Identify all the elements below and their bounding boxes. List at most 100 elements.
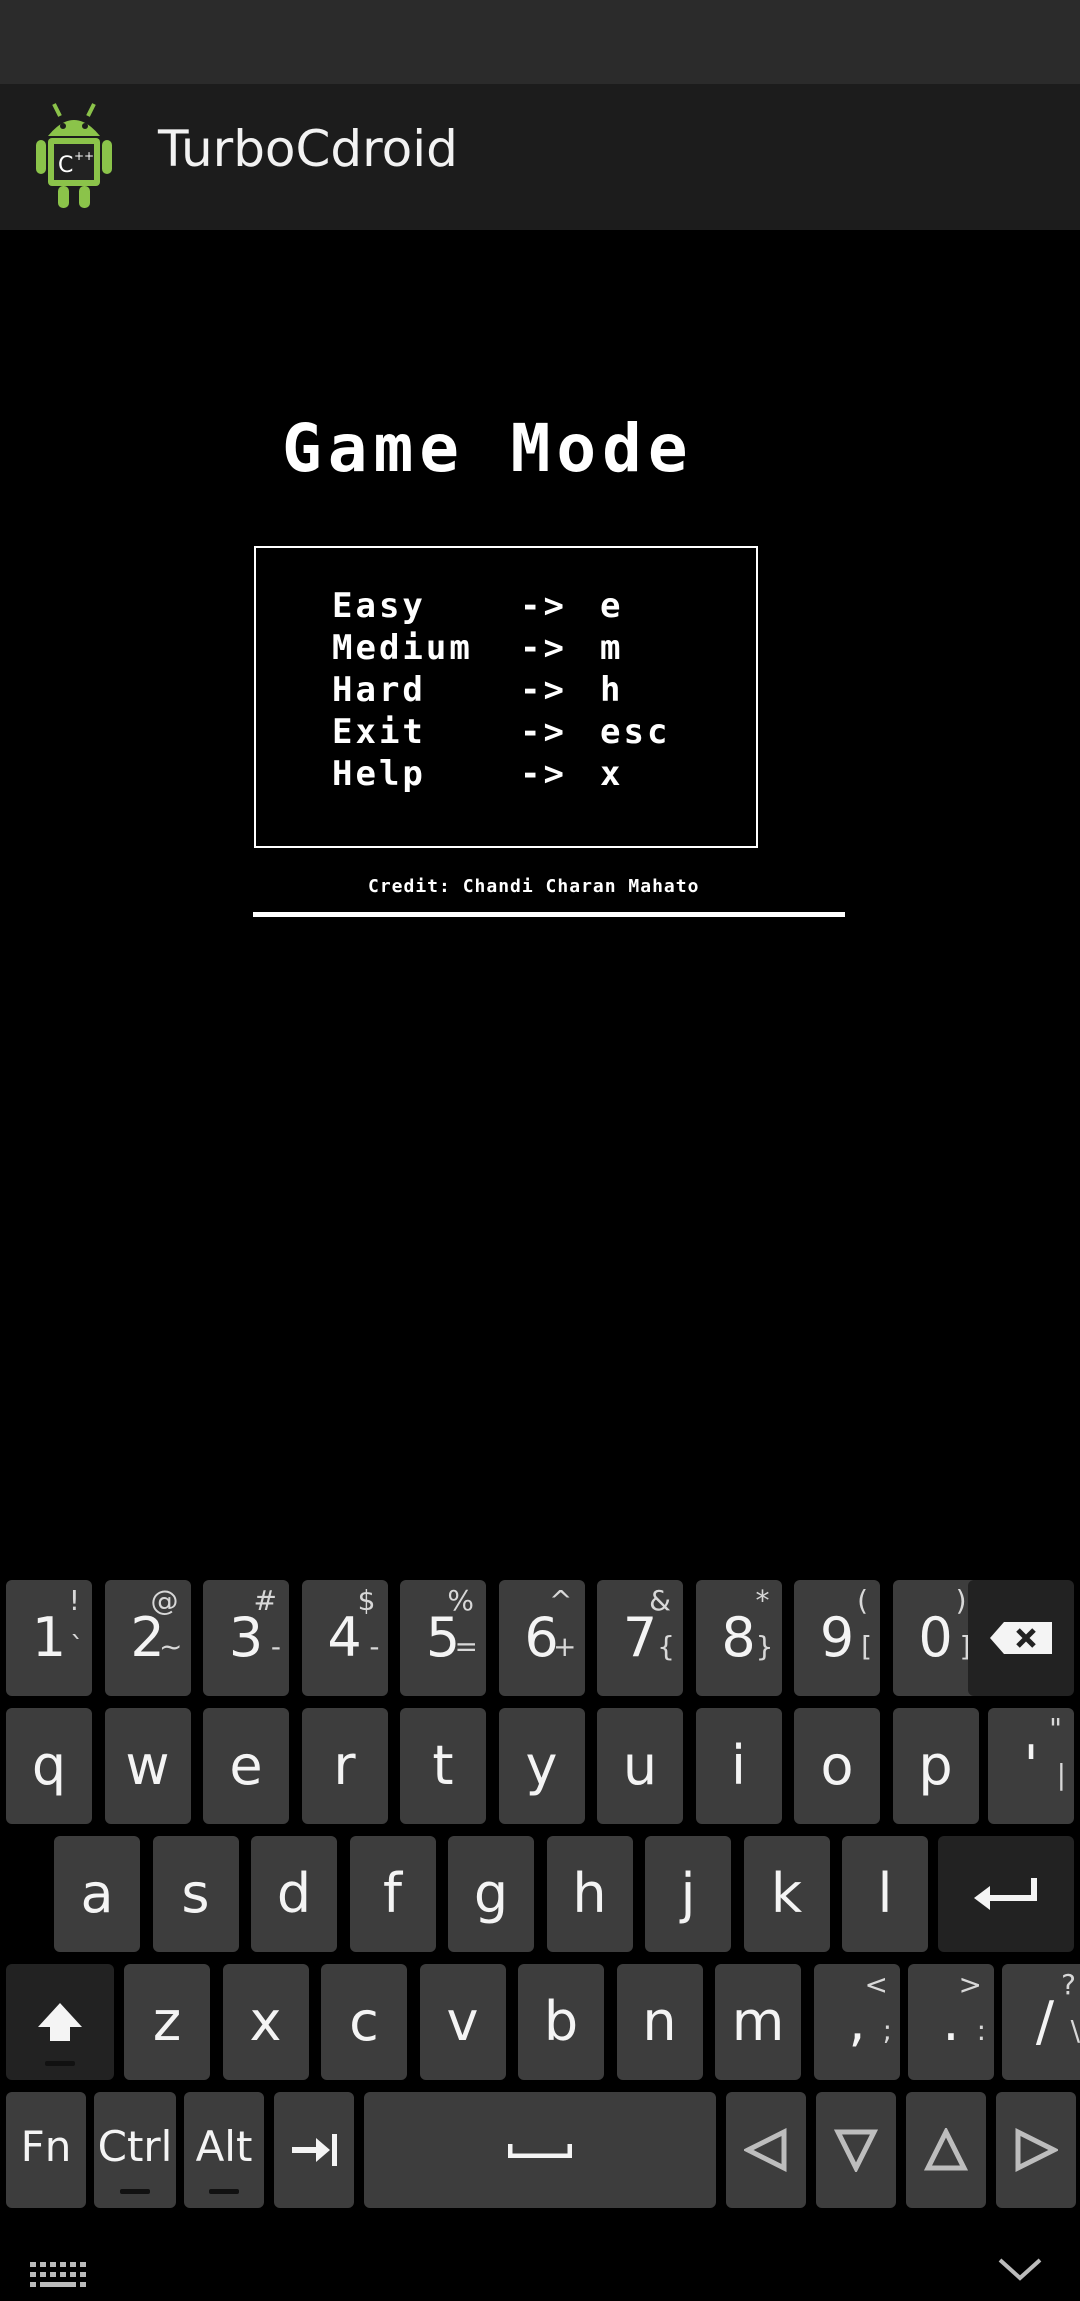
key-l[interactable]: l	[842, 1836, 928, 1952]
key-4[interactable]: 4 $ -	[301, 1580, 388, 1696]
key-sublabel: "	[1049, 1712, 1062, 1745]
key-k[interactable]: k	[743, 1836, 830, 1952]
key-punct-2[interactable]: /? \	[1002, 1964, 1080, 2080]
menu-row-exit: Exit -> esc	[332, 712, 671, 752]
tab-icon	[292, 2134, 337, 2166]
key-z[interactable]: z	[124, 1964, 210, 2080]
key-c[interactable]: c	[321, 1964, 407, 2080]
key-3[interactable]: 3 # -	[203, 1580, 289, 1696]
arrow-left-key[interactable]	[726, 2092, 806, 2208]
key-i[interactable]: i	[695, 1708, 782, 1824]
key-5[interactable]: 5% =	[400, 1580, 486, 1696]
menu-row-medium: Medium -> m	[332, 628, 624, 668]
credit-text: Credit: Chandi Charan Mahato	[368, 876, 700, 897]
key-label: h	[572, 1862, 607, 1925]
key-e[interactable]: e	[203, 1708, 289, 1824]
key-6[interactable]: 6 ^ +	[498, 1580, 585, 1696]
key-t[interactable]: t	[400, 1708, 486, 1824]
key-label: x	[249, 1990, 282, 2053]
key-r[interactable]: r	[301, 1708, 388, 1824]
key-sublabel: :	[976, 2014, 986, 2047]
key-0[interactable]: 0)]	[892, 1580, 979, 1696]
backspace-icon	[990, 1622, 1052, 1654]
chevron-down-icon[interactable]	[996, 2254, 1044, 2284]
key-s[interactable]: s	[152, 1836, 239, 1952]
key-label: s	[181, 1862, 210, 1925]
android-app-icon: C ++	[28, 98, 120, 216]
key-j[interactable]: j	[645, 1836, 731, 1952]
enter-key[interactable]	[938, 1836, 1074, 1952]
shift-key[interactable]	[6, 1964, 114, 2080]
key-8[interactable]: 8 *}	[695, 1580, 782, 1696]
key-y[interactable]: y	[498, 1708, 585, 1824]
key-punct-0[interactable]: , <;	[814, 1964, 900, 2080]
keyboard-bottom-strip	[0, 2230, 1080, 2301]
key-label: Alt	[195, 2122, 253, 2171]
ctrl-key[interactable]: Ctrl	[94, 2092, 176, 2208]
key-label: i	[730, 1734, 746, 1797]
key-sublabel: *	[755, 1584, 770, 1617]
key-x[interactable]: x	[222, 1964, 309, 2080]
key-d[interactable]: d	[251, 1836, 337, 1952]
key-sublabel: ~	[159, 1630, 183, 1663]
key-n[interactable]: n	[616, 1964, 703, 2080]
key-m[interactable]: m	[715, 1964, 801, 2080]
enter-icon	[974, 1878, 1037, 1910]
key-sublabel: &	[649, 1584, 671, 1617]
svg-text:++: ++	[74, 149, 94, 163]
key-label: b	[543, 1990, 579, 2053]
key-label: g	[473, 1862, 509, 1925]
key-label: Fn	[20, 2122, 72, 2171]
arrow-down-key[interactable]	[816, 2092, 896, 2208]
alt-indicator	[209, 2189, 239, 2194]
key-w[interactable]: w	[104, 1708, 191, 1824]
key-q[interactable]: q	[6, 1708, 92, 1824]
arrow-right-icon	[1015, 2128, 1058, 2172]
key-label: v	[446, 1990, 479, 2053]
key-label: c	[349, 1990, 379, 2053]
key-sublabel: ^	[549, 1584, 573, 1617]
key-sublabel: -	[270, 1630, 281, 1663]
key-label: t	[432, 1734, 454, 1797]
tab-key[interactable]	[274, 2092, 354, 2208]
key-punct-1[interactable]: . >:	[908, 1964, 994, 2080]
key-p[interactable]: p	[892, 1708, 979, 1824]
shift-indicator	[45, 2061, 75, 2066]
key-7[interactable]: 7 &{	[597, 1580, 683, 1696]
svg-text:C: C	[58, 153, 73, 178]
key-label: e	[229, 1734, 263, 1797]
key-sublabel: \	[1070, 2014, 1080, 2047]
keyboard-grid-icon[interactable]	[30, 2262, 86, 2288]
key-9[interactable]: 9([	[794, 1580, 880, 1696]
arrow-left-icon	[744, 2128, 787, 2172]
key-u[interactable]: u	[597, 1708, 683, 1824]
app-title: TurboCdroid	[158, 120, 458, 178]
key-o[interactable]: o	[794, 1708, 880, 1824]
space-key[interactable]	[364, 2092, 716, 2208]
key-sublabel: <	[864, 1968, 888, 2001]
key-apostrophe[interactable]: ' " |	[988, 1708, 1074, 1824]
key-sublabel: -	[369, 1630, 380, 1663]
alt-key[interactable]: Alt	[184, 2092, 264, 2208]
backspace-key[interactable]	[968, 1580, 1074, 1696]
arrow-up-key[interactable]	[906, 2092, 986, 2208]
key-sublabel: =	[454, 1630, 478, 1663]
key-label: p	[918, 1734, 953, 1797]
fn-key[interactable]: Fn	[6, 2092, 86, 2208]
key-sublabel: (	[857, 1584, 868, 1617]
key-1[interactable]: 1! `	[6, 1580, 92, 1696]
menu-row-hard: Hard -> h	[332, 670, 624, 710]
credit-underline	[253, 912, 845, 917]
key-label: f	[382, 1862, 402, 1925]
arrow-right-key[interactable]	[996, 2092, 1076, 2208]
key-label: m	[731, 1990, 785, 2053]
key-h[interactable]: h	[546, 1836, 633, 1952]
key-v[interactable]: v	[419, 1964, 506, 2080]
key-2[interactable]: 2 @ ~	[104, 1580, 191, 1696]
key-sublabel: |	[1056, 1758, 1066, 1791]
key-g[interactable]: g	[448, 1836, 534, 1952]
key-f[interactable]: f	[349, 1836, 436, 1952]
key-a[interactable]: a	[54, 1836, 140, 1952]
ctrl-indicator	[120, 2189, 150, 2194]
key-b[interactable]: b	[518, 1964, 604, 2080]
